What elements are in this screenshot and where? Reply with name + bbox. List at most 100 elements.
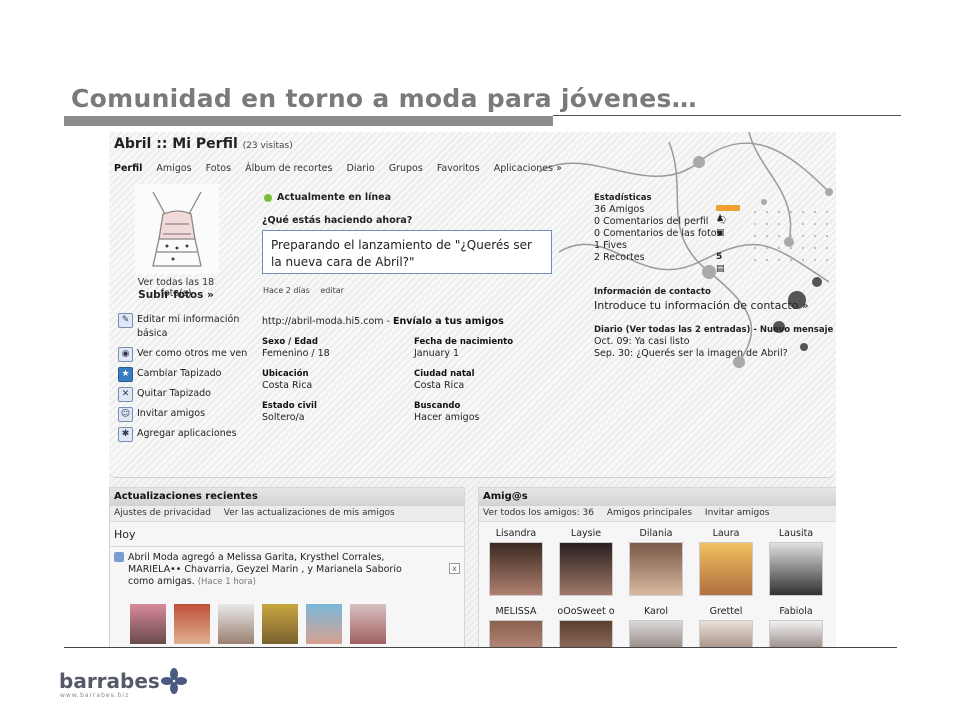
friend-photo[interactable] bbox=[699, 620, 753, 647]
stat-profile-comments[interactable]: 0 Comentarios del perfil bbox=[594, 216, 729, 228]
add-apps-action[interactable]: ✱ Agregar aplicaciones bbox=[118, 427, 248, 442]
invite-icon: ☺ bbox=[118, 407, 133, 422]
friend-card[interactable]: Karol bbox=[626, 606, 686, 647]
diary-all-link[interactable]: Ver todas las 2 entradas bbox=[630, 325, 747, 335]
update-time: (Hace 1 hora) bbox=[197, 577, 256, 587]
field-label: Sexo / Edad bbox=[262, 337, 318, 347]
friend-name: Grettel bbox=[709, 606, 743, 617]
friend-photo[interactable] bbox=[489, 542, 543, 596]
friend-photo[interactable] bbox=[559, 620, 613, 647]
diary-new-link[interactable]: ) - Nuevo mensaje bbox=[747, 325, 834, 335]
tab-aplicaciones[interactable]: Aplicaciones » bbox=[494, 163, 562, 174]
top-friends-link[interactable]: Amigos principales bbox=[607, 508, 692, 518]
status-meta: Hace 2 días editar bbox=[263, 286, 352, 295]
tab-perfil[interactable]: Perfil bbox=[114, 163, 142, 174]
friend-card[interactable]: Fabiola bbox=[766, 606, 826, 647]
divider bbox=[110, 546, 464, 547]
all-friends-link[interactable]: Ver todos los amigos: 36 bbox=[483, 508, 594, 518]
eye-icon: ◉ bbox=[118, 347, 133, 362]
friends-updates-link[interactable]: Ver las actualizaciones de mis amigos bbox=[224, 508, 395, 518]
profile-photo[interactable] bbox=[135, 184, 219, 274]
tab-amigos[interactable]: Amigos bbox=[156, 163, 191, 174]
friends-links: Ver todos los amigos: 36 Amigos principa… bbox=[479, 506, 836, 522]
stat-friends[interactable]: 36 Amigos bbox=[594, 204, 729, 216]
profile-panel: Abril :: Mi Perfil (23 visitas) Perfil A… bbox=[109, 132, 836, 478]
edit-info-label: Editar mi información básica bbox=[137, 314, 240, 339]
tab-diario[interactable]: Diario bbox=[347, 163, 375, 174]
edit-info-action[interactable]: ✎ Editar mi información básica bbox=[118, 313, 248, 341]
title-rule bbox=[553, 115, 901, 116]
friend-name: oOoSweet o bbox=[557, 606, 615, 617]
invite-friends-action[interactable]: ☺ Invitar amigos bbox=[118, 407, 248, 422]
tab-album[interactable]: Álbum de recortes bbox=[245, 163, 332, 174]
field-value: Soltero/a bbox=[262, 412, 305, 423]
view-as-others-label: Ver como otros me ven bbox=[137, 348, 248, 359]
status-question: ¿Qué estás haciendo ahora? bbox=[262, 215, 413, 226]
status-input[interactable]: Preparando el lanzamiento de "¿Querés se… bbox=[262, 230, 552, 274]
field-label: Buscando bbox=[414, 401, 461, 411]
stat-clippings[interactable]: 2 Recortes bbox=[594, 252, 729, 264]
friend-photo[interactable] bbox=[629, 542, 683, 596]
thumbnail[interactable] bbox=[130, 604, 166, 644]
friend-name: Karol bbox=[643, 606, 669, 617]
friend-name: Laura bbox=[712, 528, 740, 539]
stat-icons: ♟ 🗨 ▣ 5 ▤ bbox=[716, 204, 740, 276]
friend-card[interactable]: Lausita bbox=[766, 528, 826, 596]
privacy-settings-link[interactable]: Ajustes de privacidad bbox=[114, 508, 211, 518]
friend-name: Laysie bbox=[570, 528, 602, 539]
tab-fotos[interactable]: Fotos bbox=[206, 163, 231, 174]
remove-wallpaper-action[interactable]: ✕ Quitar Tapizado bbox=[118, 387, 248, 402]
friend-photo[interactable] bbox=[699, 542, 753, 596]
online-status: Actualmente en línea bbox=[264, 192, 391, 203]
status-edit-link[interactable]: editar bbox=[320, 286, 344, 295]
profile-nav: Perfil Amigos Fotos Álbum de recortes Di… bbox=[114, 163, 573, 174]
diary-header: Diario (Ver todas las 2 entradas) - Nuev… bbox=[594, 324, 833, 336]
friend-card[interactable]: Laura bbox=[696, 528, 756, 596]
friend-photo[interactable] bbox=[769, 542, 823, 596]
friend-card[interactable]: Grettel bbox=[696, 606, 756, 647]
friend-photo[interactable] bbox=[489, 620, 543, 647]
diary-entry[interactable]: Oct. 09: Ya casi listo bbox=[594, 336, 833, 348]
tab-grupos[interactable]: Grupos bbox=[389, 163, 423, 174]
close-update-button[interactable]: x bbox=[449, 563, 460, 574]
friend-card[interactable]: Laysie bbox=[556, 528, 616, 596]
field-sex-age: Sexo / Edad Femenino / 18 bbox=[262, 337, 412, 359]
friend-photo[interactable] bbox=[769, 620, 823, 647]
upload-photos-link[interactable]: Subir fotos » bbox=[121, 289, 231, 301]
diary-block: Diario (Ver todas las 2 entradas) - Nuev… bbox=[594, 324, 833, 360]
visits-count: (23 visitas) bbox=[242, 141, 293, 151]
change-wallpaper-action[interactable]: ★ Cambiar Tapizado bbox=[118, 367, 248, 382]
friend-card[interactable]: Lisandra bbox=[486, 528, 546, 596]
view-as-others-action[interactable]: ◉ Ver como otros me ven bbox=[118, 347, 248, 362]
thumbnail[interactable] bbox=[262, 604, 299, 644]
tab-favoritos[interactable]: Favoritos bbox=[437, 163, 480, 174]
friend-card[interactable]: Dilania bbox=[626, 528, 686, 596]
online-status-text: Actualmente en línea bbox=[277, 192, 391, 203]
friend-photo[interactable] bbox=[559, 542, 613, 596]
invite-friends-link[interactable]: Invitar amigos bbox=[705, 508, 769, 518]
thumbnail[interactable] bbox=[174, 604, 211, 644]
star-icon: ★ bbox=[118, 367, 133, 382]
stat-fives[interactable]: 1 Fives bbox=[594, 240, 729, 252]
profile-title: Abril :: Mi Perfil (23 visitas) bbox=[114, 136, 293, 152]
field-label: Ciudad natal bbox=[414, 369, 475, 379]
slide-title: Comunidad en torno a moda para jóvenes… bbox=[71, 84, 697, 113]
friend-photo[interactable] bbox=[629, 620, 683, 647]
stat-photo-comments[interactable]: 0 Comentarios de las fotos bbox=[594, 228, 729, 240]
friends-header: Amig@s bbox=[479, 488, 836, 506]
thumbnail[interactable] bbox=[350, 604, 387, 644]
field-value: Costa Rica bbox=[262, 380, 313, 391]
send-to-friends-link[interactable]: Envíalo a tus amigos bbox=[393, 316, 504, 327]
friend-card[interactable]: MELISSA bbox=[486, 606, 546, 647]
thumbnail[interactable] bbox=[306, 604, 343, 644]
profile-url-text: http://abril-moda.hi5.com - bbox=[262, 316, 393, 327]
contact-link[interactable]: Introduce tu información de contacto » bbox=[594, 299, 809, 312]
thumbnail[interactable] bbox=[218, 604, 255, 644]
field-civil-status: Estado civil Soltero/a bbox=[262, 401, 412, 423]
friend-name: MELISSA bbox=[495, 606, 537, 617]
friend-name: Fabiola bbox=[779, 606, 813, 617]
comment-icon: 🗨 bbox=[716, 216, 728, 226]
diary-entry[interactable]: Sep. 30: ¿Querés ser la imagen de Abril? bbox=[594, 348, 833, 360]
profile-actions: ✎ Editar mi información básica ◉ Ver com… bbox=[118, 313, 248, 447]
friend-card[interactable]: oOoSweet o bbox=[556, 606, 616, 647]
